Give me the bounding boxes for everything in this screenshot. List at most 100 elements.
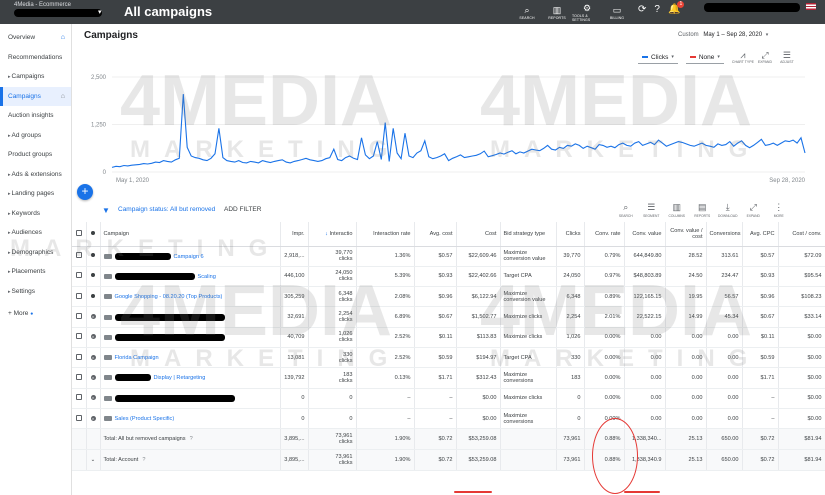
sidebar-item-landing-pages[interactable]: ▸Landing pages <box>0 184 71 204</box>
row-checkbox[interactable] <box>75 252 82 259</box>
status-cell[interactable]: × <box>86 327 101 348</box>
sidebar-item-ad-groups[interactable]: ▸Ad groups <box>0 126 71 146</box>
sidebar-item-placements[interactable]: ▸Placements <box>0 262 71 282</box>
status-cell[interactable]: × <box>86 367 101 389</box>
column-header-clicks[interactable]: Clicks <box>556 222 585 247</box>
table-row[interactable]: × Florida Campaign 13,081 330 clicks 2.52% $0.… <box>72 347 825 369</box>
chart-type-button[interactable]: ⩘ CHART TYPE <box>732 51 754 65</box>
sidebar-item-keywords[interactable]: ▸Keywords <box>0 204 71 224</box>
campaign-name-link[interactable]: Campaign 6 <box>174 254 204 260</box>
table-row[interactable]: × Sales (Product Specific) 0 0– – $0.00 Maximi… <box>72 408 825 430</box>
campaign-name-link[interactable]: Sales (Product Specific) <box>115 416 175 422</box>
bid-strategy-cell[interactable]: Target CPA <box>500 347 557 369</box>
segment-tool-button[interactable]: ☰ SEGMENT <box>639 200 665 218</box>
bid-strategy-cell[interactable]: Maximize conversion value <box>500 246 557 267</box>
sidebar-item-product-groups[interactable]: Product groups <box>0 145 71 165</box>
user-avatar[interactable] <box>806 3 816 10</box>
sidebar-more[interactable]: + More ● <box>0 304 71 324</box>
status-cell[interactable] <box>86 286 101 308</box>
refresh-icon[interactable]: ⟳ <box>638 4 646 15</box>
column-header-conv-value[interactable]: Conv. value <box>624 222 666 247</box>
campaign-name-link[interactable]: Google Shopping - 08.20.20 (Top Products… <box>115 294 223 300</box>
row-checkbox[interactable] <box>75 394 82 401</box>
sidebar-item-campaigns[interactable]: Campaigns ⌂ <box>0 86 71 106</box>
help-icon[interactable]: ? <box>190 436 193 442</box>
table-row[interactable]: × 40,709 1,026 clicks 2.52% $0.11 $113.83 Maxim… <box>72 327 825 348</box>
bid-strategy-cell[interactable]: Maximize conversions <box>500 408 557 430</box>
add-filter-button[interactable]: ADD FILTER <box>224 206 261 213</box>
sidebar-item-settings[interactable]: ▸Settings <box>0 282 71 302</box>
column-header-conversions[interactable]: Conversions <box>706 222 743 247</box>
notifications-icon[interactable]: 🔔 1 <box>668 1 685 15</box>
account-name[interactable]: 4Media - Ecommerce <box>14 2 71 8</box>
bid-strategy-cell[interactable]: Maximize conversions <box>500 367 557 389</box>
billing-button[interactable]: ▭ BILLING <box>602 0 632 24</box>
status-cell[interactable] <box>86 266 101 288</box>
tools-settings-button[interactable]: ⚙ TOOLS & SETTINGS <box>572 0 602 24</box>
status-cell[interactable]: × <box>86 306 101 328</box>
status-cell[interactable]: × <box>86 347 101 369</box>
totals-expand[interactable]: ⌄ <box>86 449 101 472</box>
sidebar-item-auction-insights[interactable]: Auction insights <box>0 106 71 126</box>
more-tool-button[interactable]: ⋮ MORE <box>766 200 792 218</box>
column-header-avg-cpc[interactable]: Avg. CPC <box>742 222 779 247</box>
row-checkbox[interactable] <box>75 272 82 279</box>
bid-strategy-cell[interactable]: Target CPA <box>500 266 557 288</box>
sidebar-item-demographics[interactable]: ▸Demographics <box>0 243 71 263</box>
column-header-conv-rate[interactable]: Conv. rate <box>584 222 625 247</box>
metric-selector-primary[interactable]: Clicks ▾ <box>638 52 678 64</box>
search-tool-button[interactable]: ⌕ SEARCH <box>613 200 639 218</box>
sidebar-item-audiences[interactable]: ▸Audiences <box>0 223 71 243</box>
column-header-avg-cost[interactable]: Avg. cost <box>414 222 457 247</box>
metric-selector-secondary[interactable]: None ▾ <box>685 52 724 64</box>
status-cell[interactable]: × <box>86 408 101 430</box>
column-header-interaction-rate[interactable]: Interaction rate <box>356 222 415 247</box>
adjust-button[interactable]: ☰ ADJUST <box>776 51 798 65</box>
column-header-campaign[interactable]: Campaign <box>100 222 281 247</box>
bid-strategy-cell[interactable]: Maximize conversion value <box>500 286 557 308</box>
status-filter-chip[interactable]: Campaign status: All but removed <box>118 206 215 213</box>
table-row[interactable]: Campaign 6 2,918,... 39,770 clicks 1.36% $0.5… <box>72 246 825 267</box>
help-icon[interactable]: ? <box>142 457 145 463</box>
campaign-name-link[interactable]: Scaling <box>198 274 216 280</box>
column-header-conv-value-cost[interactable]: Conv. value / cost <box>665 222 707 247</box>
table-row[interactable]: × Display | Retargeting 139,792 183 clicks 0.… <box>72 367 825 389</box>
help-icon[interactable]: ? <box>654 4 660 15</box>
bid-strategy-cell[interactable]: Maximize clicks <box>500 388 557 409</box>
column-header-impr-[interactable]: Impr. <box>280 222 309 247</box>
sidebar-item-ads-extensions[interactable]: ▸Ads & extensions <box>0 165 71 185</box>
campaign-name-link[interactable]: Display | Retargeting <box>154 375 206 381</box>
table-row[interactable]: × 32,691 2,254 clicks 6.89% $0.67 $1,502.77 Max… <box>72 306 825 328</box>
columns-tool-button[interactable]: ▥ COLUMNS <box>664 200 690 218</box>
bid-strategy-cell[interactable] <box>500 449 557 472</box>
account-dropdown-icon[interactable]: ▾ <box>98 8 102 16</box>
row-checkbox[interactable] <box>75 292 82 299</box>
expand-tool-button[interactable]: ⤢ EXPAND <box>741 200 767 218</box>
column-header-bid-strategy[interactable]: Bid strategy type <box>500 222 557 247</box>
row-checkbox[interactable] <box>75 414 82 421</box>
bid-strategy-cell[interactable]: Maximize clicks <box>500 306 557 328</box>
reports-button[interactable]: ▥ REPORTS <box>542 0 572 24</box>
row-checkbox[interactable] <box>75 313 82 320</box>
column-header-cost-conv-[interactable]: Cost / conv. <box>778 222 825 247</box>
reports-tool-button[interactable]: ▤ REPORTS <box>690 200 716 218</box>
status-cell[interactable]: × <box>86 388 101 409</box>
column-header-interactions[interactable]: ↓ Interactio <box>308 222 357 247</box>
sidebar-item-recommendations[interactable]: Recommendations <box>0 48 71 68</box>
checkbox[interactable] <box>75 229 82 236</box>
row-checkbox[interactable] <box>75 333 82 340</box>
table-row[interactable]: × 0 0– – $0.00 Maximize clicks 0 0.00% 0.00 0.00 0… <box>72 388 825 409</box>
row-checkbox[interactable] <box>75 353 82 360</box>
status-column-header[interactable] <box>86 222 101 247</box>
sidebar-item-campaigns[interactable]: ▸Campaigns <box>0 67 71 87</box>
sidebar-item-overview[interactable]: Overview ⌂ <box>0 28 71 48</box>
expand-button[interactable]: ⤢ EXPAND <box>754 51 776 65</box>
filter-icon[interactable]: ▼ <box>102 206 110 215</box>
table-row[interactable]: Scaling 446,100 24,050 clicks 5.39% $0.93 $22,… <box>72 266 825 288</box>
table-row[interactable]: Google Shopping - 08.20.20 (Top Products… <box>72 286 825 308</box>
column-header-cost[interactable]: Cost <box>456 222 501 247</box>
download-tool-button[interactable]: ⤓ DOWNLOAD <box>715 200 741 218</box>
status-cell[interactable] <box>86 246 101 267</box>
add-campaign-button[interactable]: + <box>77 184 93 200</box>
date-range-picker[interactable]: Custom May 1 – Sep 28, 2020 ▾ <box>678 32 768 38</box>
